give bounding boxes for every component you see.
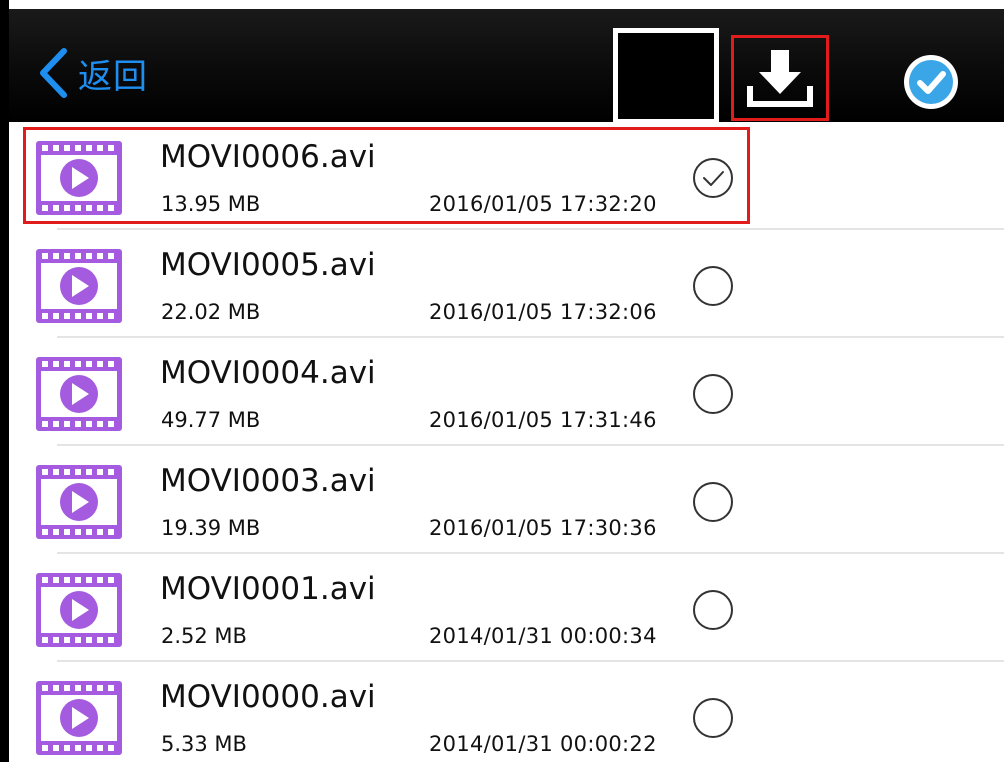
file-row[interactable]: MOVI0004.avi 49.77 MB 2016/01/05 17:31:4…	[9, 338, 1004, 446]
file-row-selected[interactable]: MOVI0006.avi 13.95 MB 2016/01/05 17:32:2…	[9, 122, 1004, 230]
select-circle[interactable]	[692, 481, 734, 523]
back-button[interactable]: 返回	[38, 45, 148, 101]
video-file-icon	[36, 357, 122, 431]
video-file-icon	[36, 141, 122, 215]
file-size: 49.77 MB	[161, 408, 261, 432]
blank-toolbar-button[interactable]	[613, 28, 719, 124]
app-window: 返回 MOVI0006.avi 13.95 MB 2016/01/05 17:3…	[0, 0, 1004, 762]
check-circle-icon	[904, 55, 958, 109]
video-file-icon	[36, 573, 122, 647]
file-size: 22.02 MB	[161, 300, 261, 324]
video-file-icon	[36, 465, 122, 539]
select-circle[interactable]	[692, 589, 734, 631]
file-name: MOVI0006.avi	[160, 139, 376, 175]
file-size: 5.33 MB	[161, 732, 247, 756]
top-toolbar: 返回	[0, 9, 1004, 124]
file-size: 13.95 MB	[161, 192, 261, 216]
file-row[interactable]: MOVI0005.avi 22.02 MB 2016/01/05 17:32:0…	[9, 230, 1004, 338]
file-name: MOVI0003.avi	[160, 463, 376, 499]
file-name: MOVI0004.avi	[160, 355, 376, 391]
file-size: 19.39 MB	[161, 516, 261, 540]
video-file-icon	[36, 249, 122, 323]
select-circle[interactable]	[692, 373, 734, 415]
select-circle[interactable]	[692, 697, 734, 739]
select-all-button[interactable]	[902, 53, 960, 111]
file-date: 2016/01/05 17:30:36	[429, 516, 657, 540]
file-name: MOVI0000.avi	[160, 679, 376, 715]
download-button[interactable]	[731, 35, 829, 121]
chevron-left-icon	[40, 48, 67, 98]
video-file-icon	[36, 681, 122, 755]
download-icon	[747, 50, 813, 107]
file-date: 2014/01/31 00:00:34	[429, 624, 657, 648]
file-size: 2.52 MB	[161, 624, 247, 648]
select-circle[interactable]	[692, 265, 734, 307]
file-date: 2016/01/05 17:31:46	[429, 408, 657, 432]
file-row[interactable]: MOVI0003.avi 19.39 MB 2016/01/05 17:30:3…	[9, 446, 1004, 554]
file-date: 2016/01/05 17:32:06	[429, 300, 657, 324]
file-name: MOVI0005.avi	[160, 247, 376, 283]
file-date: 2014/01/31 00:00:22	[429, 732, 657, 756]
file-list: MOVI0006.avi 13.95 MB 2016/01/05 17:32:2…	[9, 122, 1004, 762]
file-name: MOVI0001.avi	[160, 571, 376, 607]
file-row[interactable]: MOVI0001.avi 2.52 MB 2014/01/31 00:00:34	[9, 554, 1004, 662]
back-label: 返回	[78, 56, 148, 97]
select-circle[interactable]	[692, 157, 734, 199]
file-row[interactable]: MOVI0000.avi 5.33 MB 2014/01/31 00:00:22	[9, 662, 1004, 762]
file-date: 2016/01/05 17:32:20	[429, 192, 657, 216]
